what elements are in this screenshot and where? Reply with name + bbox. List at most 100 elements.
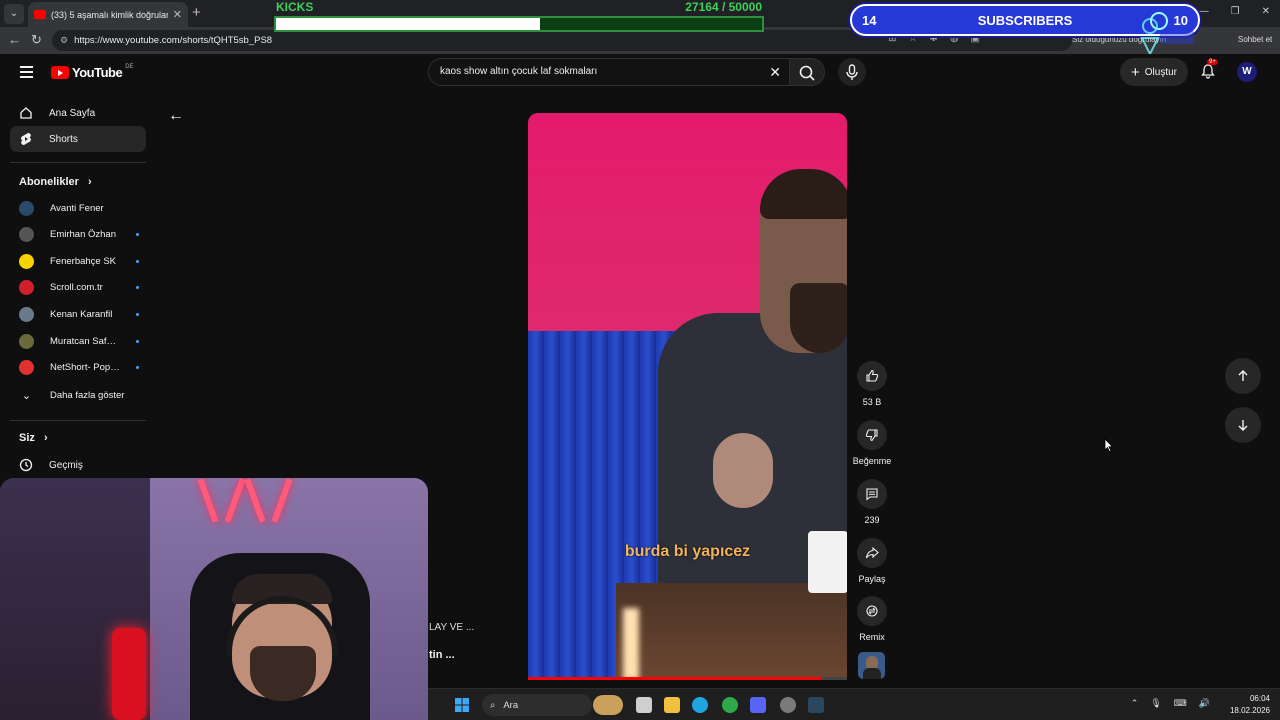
sidebar-item-shorts[interactable]: Shorts — [10, 126, 146, 152]
taskbar-search[interactable]: ⌕ Ara — [482, 694, 592, 716]
task-view-icon[interactable] — [636, 697, 652, 713]
arrow-down-icon — [1238, 420, 1248, 431]
close-tab-icon[interactable]: ✕ — [173, 8, 182, 21]
chevron-right-icon: › — [87, 176, 92, 188]
create-label: Oluştur — [1144, 66, 1177, 78]
plus-icon: + — [1131, 63, 1140, 81]
short-video-player[interactable]: burda bi yapıcez — [528, 113, 847, 680]
subscription-name: Emirhan Özhan — [50, 229, 117, 241]
screen: ⌄ (33) 5 aşamalı kimlik doğrulama ✕ + — … — [0, 0, 1280, 720]
sidebar-subscription-item[interactable]: NetShort- Popular Dramas — [19, 358, 139, 378]
taskbar-search-label: Ara — [503, 699, 519, 711]
weather-widget-icon[interactable] — [593, 695, 623, 715]
restore-icon[interactable]: ❐ — [1231, 6, 1240, 17]
divider — [10, 420, 146, 421]
sidebar-subscription-item[interactable]: Muratcan Safyürek — [19, 331, 139, 351]
new-tab-button[interactable]: + — [192, 4, 201, 21]
clock-time: 06:04 — [1249, 694, 1270, 703]
mascot-logo-icon — [1140, 18, 1194, 56]
browser-tab[interactable]: (33) 5 aşamalı kimlik doğrulama ✕ — [28, 2, 188, 27]
partial-video-title: tin ... — [429, 649, 455, 661]
remix-button[interactable]: Remix — [852, 596, 892, 642]
url-text: https://www.youtube.com/shorts/tQHT5sb_P… — [74, 35, 273, 46]
sidebar: Ana Sayfa Shorts Abonelikler › Avanti Fe… — [0, 90, 156, 490]
taskbar-clock[interactable]: 06:04 18.02.2026 — [1230, 693, 1270, 717]
share-icon — [857, 538, 887, 568]
region-code: DE — [125, 63, 134, 70]
sidebar-item-home[interactable]: Ana Sayfa — [10, 100, 146, 126]
tab-search-button[interactable]: ⌄ — [4, 4, 24, 24]
site-info-icon[interactable]: ⚙ — [60, 35, 68, 46]
subscriptions-heading[interactable]: Abonelikler › — [19, 176, 92, 188]
comments-button[interactable]: 239 — [852, 479, 892, 525]
back-arrow-icon[interactable]: ← — [168, 107, 184, 125]
menu-icon[interactable] — [20, 66, 33, 78]
discord-icon[interactable] — [750, 697, 766, 713]
dislike-button[interactable]: Beğenme — [852, 420, 892, 466]
video-progress-bar[interactable] — [528, 677, 847, 680]
video-progress-fill — [528, 677, 822, 680]
show-more-button[interactable]: ⌄ Daha fazla göster — [19, 385, 139, 405]
youtube-favicon-icon — [34, 10, 46, 19]
show-more-label: Daha fazla göster — [50, 389, 125, 401]
app-icon[interactable] — [780, 697, 796, 713]
voice-search-button[interactable] — [838, 58, 866, 86]
edge-browser-icon[interactable] — [692, 697, 708, 713]
clear-search-icon[interactable]: ✕ — [769, 64, 781, 81]
mouse-cursor-icon — [1104, 438, 1114, 452]
account-avatar[interactable]: W — [1237, 62, 1257, 82]
windows-start-icon[interactable] — [454, 697, 470, 713]
video-caption: burda bi yapıcez — [624, 543, 751, 560]
channel-avatar — [19, 333, 34, 349]
search-icon — [799, 65, 815, 81]
minimize-icon[interactable]: — — [1199, 6, 1209, 17]
channel-avatar — [19, 360, 34, 376]
sidebar-subscription-item[interactable]: Kenan Karanfil — [19, 304, 139, 324]
volume-icon[interactable]: 🔊 — [1199, 698, 1210, 709]
sidebar-item-history[interactable]: Geçmiş — [10, 452, 146, 478]
window-close-icon[interactable]: ✕ — [1262, 6, 1270, 17]
sidebar-subscription-item[interactable]: Fenerbahçe SK — [19, 251, 139, 271]
previous-short-button[interactable] — [1225, 358, 1261, 394]
you-heading-label: Siz — [19, 432, 35, 444]
microphone-tray-icon[interactable]: 🎙 — [1150, 698, 1161, 709]
reload-icon[interactable]: ↻ — [31, 32, 42, 48]
webcam-overlay — [0, 478, 428, 720]
remix-label: Remix — [859, 632, 885, 642]
search-query: kaos show altın çocuk laf sokmaları — [440, 66, 598, 77]
subscription-name: Muratcan Safyürek — [50, 335, 120, 347]
share-label: Paylaş — [858, 574, 886, 584]
next-short-button[interactable] — [1225, 407, 1261, 443]
youtube-play-icon — [51, 66, 69, 79]
file-explorer-icon[interactable] — [664, 697, 680, 713]
sidebar-subscription-item[interactable]: Emirhan Özhan — [19, 225, 139, 245]
language-icon[interactable]: ⌨ — [1174, 698, 1187, 709]
microphone-light — [112, 628, 146, 720]
search-input[interactable]: kaos show altın çocuk laf sokmaları ✕ — [428, 58, 790, 86]
search-button[interactable] — [789, 58, 825, 86]
create-button[interactable]: + Oluştur — [1120, 58, 1188, 86]
new-content-dot — [136, 259, 139, 263]
channel-avatar[interactable] — [858, 652, 885, 679]
kicks-progress-fill — [276, 18, 541, 30]
sidebar-subscription-item[interactable]: Avanti Fener — [19, 198, 139, 218]
you-heading[interactable]: Siz › — [19, 432, 48, 444]
share-button[interactable]: Paylaş — [852, 538, 892, 584]
shorts-icon — [19, 132, 33, 146]
bell-icon — [1201, 64, 1215, 79]
app-icon[interactable] — [722, 697, 738, 713]
steam-icon[interactable] — [808, 697, 824, 713]
youtube-logo[interactable]: YouTube DE — [51, 63, 134, 80]
remix-icon — [857, 596, 887, 626]
notifications-button[interactable]: 9+ — [1200, 59, 1218, 79]
new-content-dot — [136, 233, 139, 237]
clock-date: 18.02.2026 — [1229, 706, 1270, 715]
sidebar-subscription-item[interactable]: Scroll.com.tr — [19, 278, 139, 298]
extension-chat-text[interactable]: Sohbet et — [1238, 35, 1272, 44]
like-button[interactable]: 53 B — [852, 361, 892, 407]
back-icon[interactable]: ← — [8, 32, 21, 47]
search-icon: ⌕ — [490, 699, 496, 711]
chevron-up-icon[interactable]: ⌃ — [1131, 698, 1139, 709]
new-content-dot — [136, 366, 139, 370]
new-content-dot — [136, 286, 139, 290]
